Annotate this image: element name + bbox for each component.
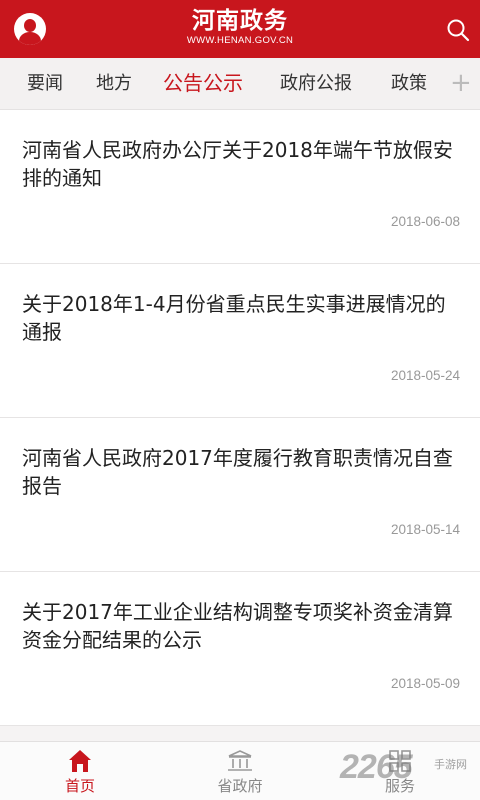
tab-difang[interactable]: 地方 bbox=[96, 72, 132, 96]
app-url: WWW.HENAN.GOV.CN bbox=[186, 35, 294, 46]
nav-home[interactable]: 首页 bbox=[40, 748, 120, 796]
list-item[interactable]: 河南省人民政府2017年度履行教育职责情况自查报告 2018-05-14 bbox=[0, 418, 480, 572]
nav-government-label: 省政府 bbox=[217, 777, 263, 795]
category-tabs: 要闻 地方 公告公示 政府公报 政策 + bbox=[0, 58, 480, 110]
article-date: 2018-05-24 bbox=[390, 368, 460, 383]
article-title: 关于2017年工业企业结构调整专项奖补资金清算资金分配结果的公示 bbox=[22, 600, 453, 652]
tab-zhengce[interactable]: 政策 bbox=[391, 72, 427, 96]
watermark-logo: 2265 bbox=[340, 748, 413, 786]
tab-yaowen[interactable]: 要闻 bbox=[27, 72, 63, 96]
app-title-block: 河南政务 WWW.HENAN.GOV.CN bbox=[140, 7, 340, 47]
article-date: 2018-05-14 bbox=[390, 522, 460, 537]
nav-home-label: 首页 bbox=[64, 777, 95, 795]
list-item[interactable]: 关于2018年1-4月份省重点民生实事进展情况的通报 2018-05-24 bbox=[0, 264, 480, 418]
article-title: 河南省人民政府办公厅关于2018年端午节放假安排的通知 bbox=[22, 138, 453, 190]
article-date: 2018-06-08 bbox=[390, 214, 460, 229]
search-icon[interactable] bbox=[446, 18, 470, 42]
list-item[interactable]: 关于2017年工业企业结构调整专项奖补资金清算资金分配结果的公示 2018-05… bbox=[0, 572, 480, 726]
article-title: 河南省人民政府2017年度履行教育职责情况自查报告 bbox=[22, 446, 453, 498]
list-item[interactable]: 河南省人民政府办公厅关于2018年端午节放假安排的通知 2018-06-08 bbox=[0, 110, 480, 264]
user-avatar-icon[interactable] bbox=[14, 13, 46, 45]
add-tab-icon[interactable]: + bbox=[450, 68, 472, 98]
tab-zhengfu-gongbao[interactable]: 政府公报 bbox=[280, 72, 352, 96]
article-title: 关于2018年1-4月份省重点民生实事进展情况的通报 bbox=[22, 292, 446, 344]
app-header: 河南政务 WWW.HENAN.GOV.CN bbox=[0, 0, 480, 58]
nav-government[interactable]: 省政府 bbox=[200, 748, 280, 796]
app-title: 河南政务 bbox=[192, 7, 288, 34]
building-icon bbox=[228, 750, 252, 771]
article-date: 2018-05-09 bbox=[390, 676, 460, 691]
tab-gonggao[interactable]: 公告公示 bbox=[163, 71, 243, 95]
watermark-sub: 手游网 bbox=[434, 758, 467, 771]
home-icon bbox=[69, 750, 91, 772]
